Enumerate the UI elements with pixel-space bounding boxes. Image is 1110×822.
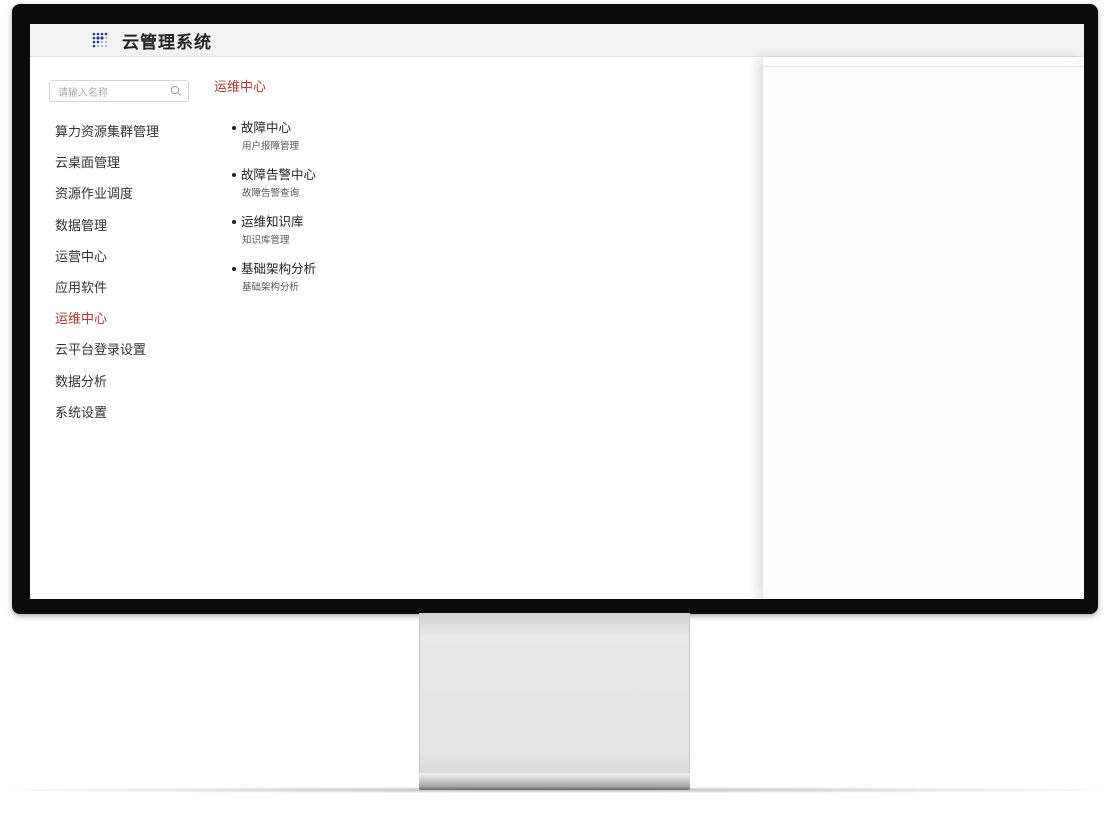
bullet-icon [232,219,236,224]
grid-dots-logo-icon [92,32,108,48]
submenu-link[interactable]: 基础架构分析 [242,280,316,298]
search-box [49,80,189,103]
group-title-label: 运维知识库 [241,214,304,229]
group-title: 运维知识库 [232,213,316,233]
sidebar-item-job-scheduling[interactable]: 资源作业调度 [55,186,159,217]
search-input[interactable] [58,84,170,103]
sidebar-item-login-settings[interactable]: 云平台登录设置 [55,342,159,373]
content-panel: 运维中心 故障中心 用户报障管理 故障告警中心 故障告警查询 运维知识库 知识库… [206,57,763,599]
section-title: 运维中心 [214,80,267,95]
submenu-link[interactable]: 故障告警查询 [242,186,316,204]
sidebar-item-cloud-desktop[interactable]: 云桌面管理 [55,155,159,186]
monitor-bezel: 云管理系统 算力资源集群管理 云桌面管理 资源作业调度 数据管理 运营中心 应用… [12,4,1098,614]
submenu-group: 基础架构分析 基础架构分析 [232,260,316,307]
sidebar-item-operations-center[interactable]: 运营中心 [55,249,159,280]
group-title: 故障告警中心 [232,166,316,186]
divider [763,66,1084,67]
sidebar-item-maintenance-center[interactable]: 运维中心 [55,311,159,342]
floor-shadow [10,787,1100,793]
group-title: 故障中心 [232,119,316,139]
group-title-label: 故障中心 [241,120,292,135]
search-icon[interactable] [170,85,182,97]
submenu-group: 运维知识库 知识库管理 [232,213,316,260]
sidebar-item-compute-cluster[interactable]: 算力资源集群管理 [55,124,159,155]
app-title: 云管理系统 [122,33,212,53]
group-title: 基础架构分析 [232,260,316,280]
bullet-icon [232,266,236,271]
screen: 云管理系统 算力资源集群管理 云桌面管理 资源作业调度 数据管理 运营中心 应用… [30,24,1084,599]
background-page [763,57,1084,599]
submenu-group: 故障中心 用户报障管理 [232,119,316,166]
submenu-group: 故障告警中心 故障告警查询 [232,166,316,213]
sidebar: 算力资源集群管理 云桌面管理 资源作业调度 数据管理 运营中心 应用软件 运维中… [30,57,207,599]
sidebar-item-data-management[interactable]: 数据管理 [55,218,159,249]
sidebar-item-system-settings[interactable]: 系统设置 [55,405,159,436]
sidebar-item-data-analysis[interactable]: 数据分析 [55,374,159,405]
submenu-link[interactable]: 知识库管理 [242,233,316,251]
submenu-link[interactable]: 用户报障管理 [242,139,316,157]
bullet-icon [232,125,236,130]
sidebar-item-applications[interactable]: 应用软件 [55,280,159,311]
bullet-icon [232,172,236,177]
submenu-groups: 故障中心 用户报障管理 故障告警中心 故障告警查询 运维知识库 知识库管理 基础… [232,119,316,307]
monitor-stand [419,613,690,775]
group-title-label: 基础架构分析 [241,261,317,276]
top-bar: 云管理系统 [30,24,1084,57]
group-title-label: 故障告警中心 [241,167,317,182]
sidebar-menu: 算力资源集群管理 云桌面管理 资源作业调度 数据管理 运营中心 应用软件 运维中… [55,124,159,436]
